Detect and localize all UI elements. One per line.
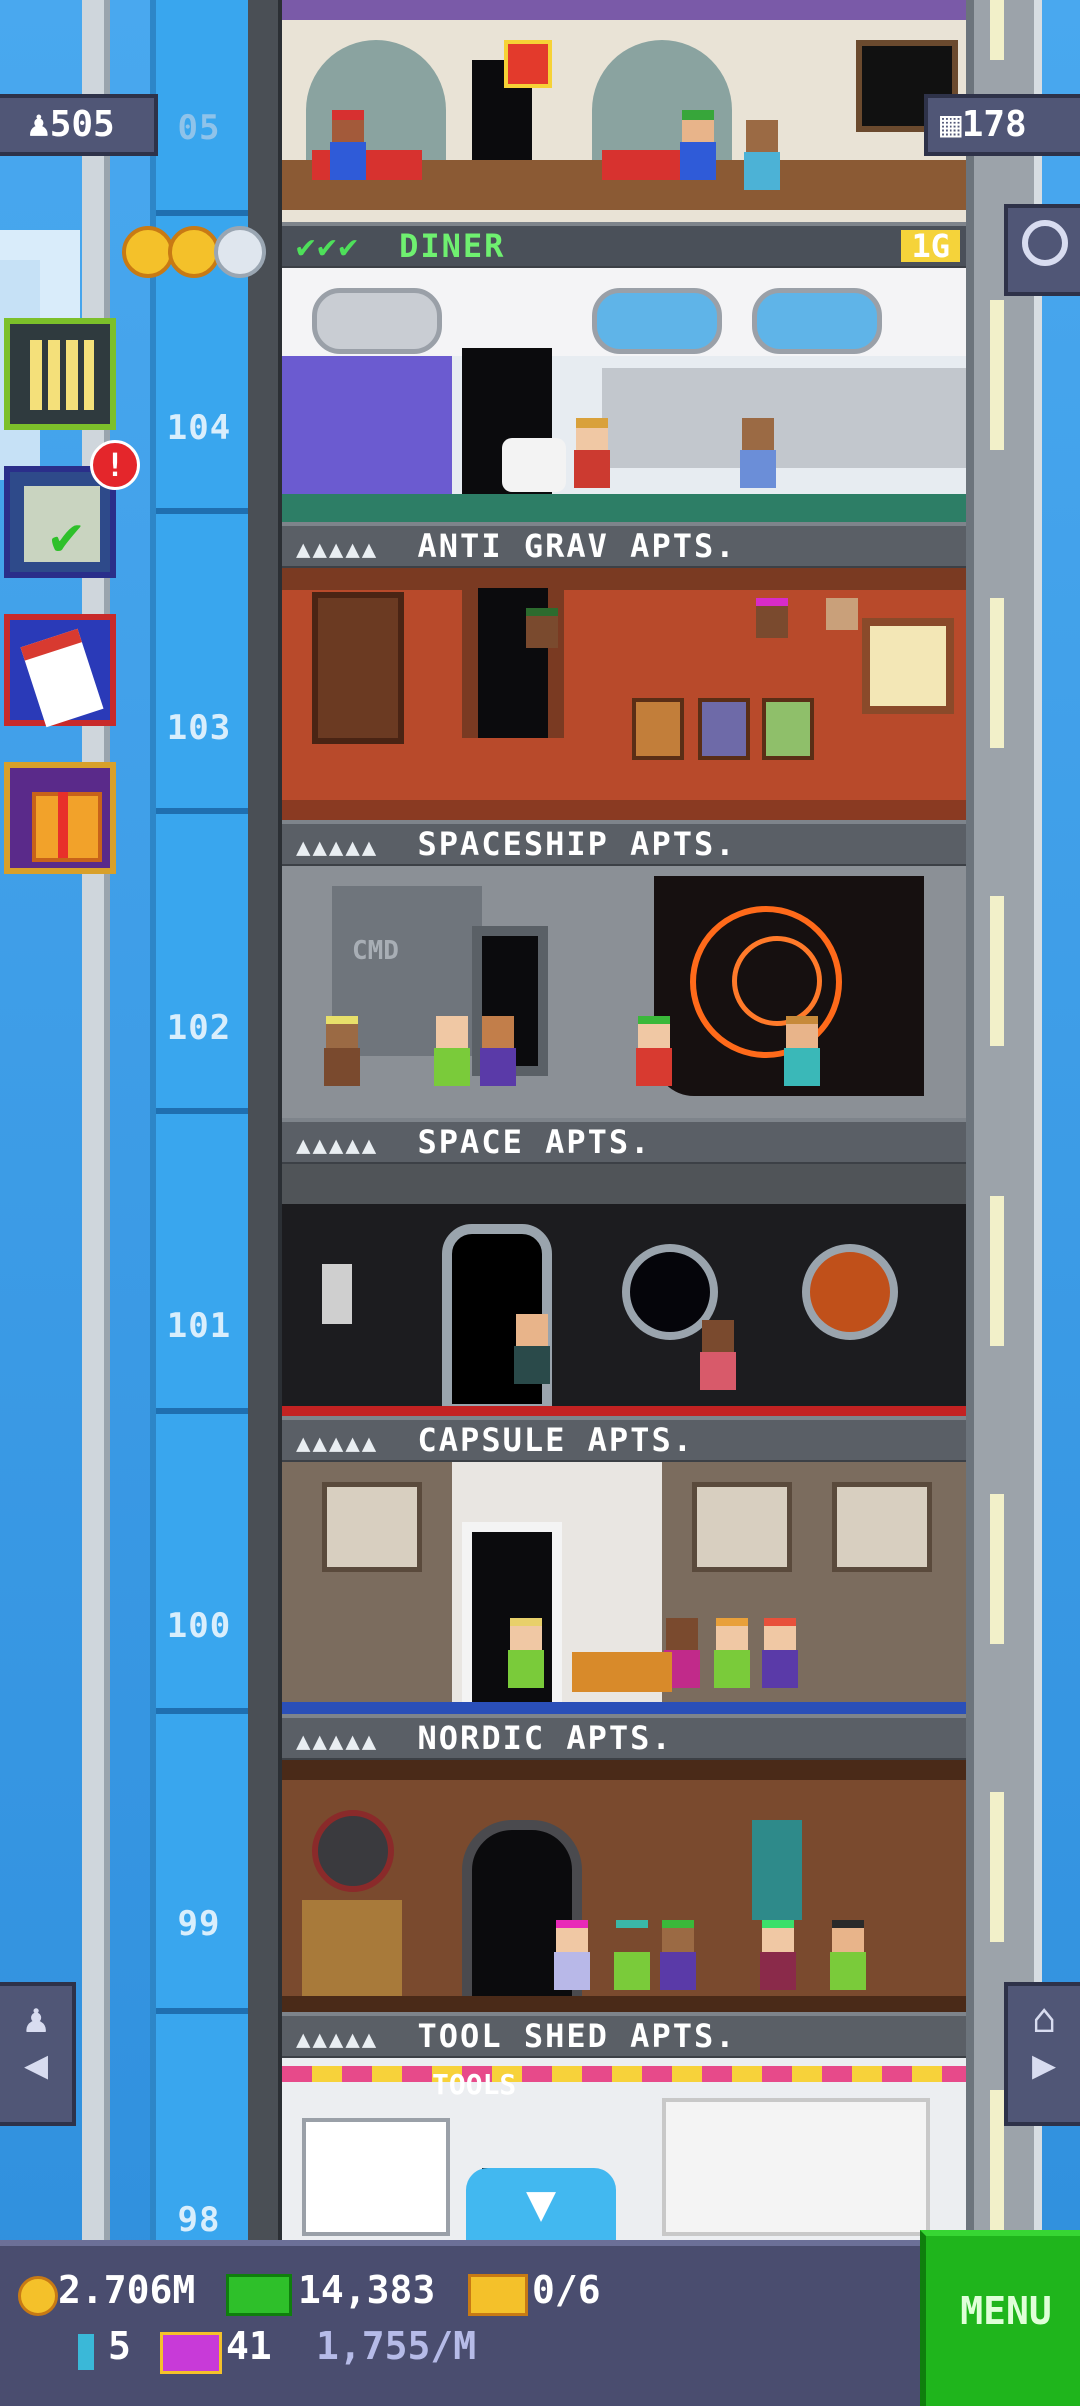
floor-name: NORDIC APTS.: [417, 1719, 673, 1757]
bitizen-count: 5: [108, 2324, 131, 2368]
diner-level-badge: 1G: [901, 230, 960, 262]
floor-label-tool-shed[interactable]: ▲▲▲▲▲ TOOL SHED APTS.: [282, 2012, 966, 2060]
building-button[interactable]: [4, 318, 116, 430]
vip-count: 41: [226, 2324, 272, 2368]
gold-star-icon: [168, 226, 220, 278]
arrow-left-icon: ◀: [23, 2042, 49, 2088]
bux-amount: 14,383: [298, 2268, 436, 2312]
coins-amount: 2.706M: [58, 2268, 196, 2312]
floor-name: SPACE APTS.: [417, 1123, 652, 1161]
floor-name: CAPSULE APTS.: [417, 1421, 694, 1459]
window-light: [990, 1196, 1004, 1346]
floor-partial-bottom[interactable]: TOOLS: [282, 2058, 966, 2240]
floor-anti-grav-apts[interactable]: [282, 268, 966, 524]
floor-name: SPACESHIP APTS.: [417, 825, 737, 863]
floor-diner[interactable]: [282, 0, 966, 222]
calendar-icon: [20, 628, 104, 728]
window-light: [990, 2090, 1004, 2230]
window-light: [990, 1494, 1004, 1644]
search-button[interactable]: [1004, 204, 1080, 296]
building-icon: [30, 340, 94, 410]
checkmark-icon: ✔: [50, 504, 83, 567]
tower-wall: [248, 0, 284, 2240]
menu-button[interactable]: MENU: [920, 2230, 1080, 2406]
scroll-down-button[interactable]: ▼: [466, 2168, 616, 2242]
floor-number: 99: [177, 1904, 221, 1944]
floor-number: 101: [166, 1306, 232, 1346]
floor-space-apts[interactable]: CMD: [282, 866, 966, 1122]
person-icon: ♟: [28, 104, 50, 145]
footer-bar: 2.706M 14,383 0/6 5 41 1,755/M: [0, 2240, 1080, 2406]
floor-name: DINER: [399, 227, 506, 265]
floor-label-space[interactable]: ▲▲▲▲▲ SPACE APTS.: [282, 1118, 966, 1166]
star-rating: ▲▲▲▲▲: [296, 1727, 379, 1755]
floor-number: 103: [166, 708, 232, 748]
star-rating: ▲▲▲▲▲: [296, 1131, 379, 1159]
calendar-button[interactable]: [4, 614, 116, 728]
floor-tool-shed-apts[interactable]: [282, 1760, 966, 2016]
right-elevator-column: [966, 0, 1042, 2240]
magnifier-icon: [1022, 220, 1068, 266]
gift-button[interactable]: [4, 762, 116, 874]
chevron-down-icon: ▼: [525, 2174, 557, 2232]
arrow-right-icon: ▶: [1031, 2042, 1057, 2088]
star-rating: ▲▲▲▲▲: [296, 1429, 379, 1457]
floor-number-faded: 05: [177, 108, 221, 148]
silver-star-icon: [214, 226, 266, 278]
window-light: [990, 0, 1004, 60]
window-light: [990, 300, 1004, 450]
floor-label-anti-grav[interactable]: ▲▲▲▲▲ ANTI GRAV APTS.: [282, 522, 966, 570]
check-marks: ✔✔✔: [296, 227, 360, 265]
star-rating: ▲▲▲▲▲: [296, 535, 379, 563]
floor-number: 104: [166, 408, 232, 448]
floor-number: 102: [166, 1008, 232, 1048]
floor-name: TOOL SHED APTS.: [417, 2017, 737, 2055]
bux-icon: [226, 2274, 292, 2316]
floor-label-spaceship[interactable]: ▲▲▲▲▲ SPACESHIP APTS.: [282, 820, 966, 868]
tickets-count: 0/6: [532, 2268, 601, 2312]
coin-icon: [18, 2276, 58, 2316]
floor-number: 100: [166, 1606, 232, 1646]
gold-star-icon: [122, 226, 174, 278]
floor-label-capsule[interactable]: ▲▲▲▲▲ CAPSULE APTS.: [282, 1416, 966, 1464]
floor-spaceship-apts[interactable]: [282, 568, 966, 824]
building-icon: ▦: [940, 104, 962, 145]
person-icon: ♟: [23, 1996, 49, 2042]
star-rating: ▲▲▲▲▲: [296, 833, 379, 861]
cmd-sign: CMD: [352, 936, 399, 966]
bitizen-icon: [78, 2334, 94, 2370]
floor-label-diner[interactable]: ✔✔✔ DINER 1G: [282, 222, 966, 270]
roof-nav-button[interactable]: ⌂ ▶: [1004, 1982, 1080, 2126]
notification-badge: !: [90, 440, 140, 490]
lobby-nav-button[interactable]: ♟ ◀: [0, 1982, 76, 2126]
floor-nordic-apts[interactable]: [282, 1462, 966, 1718]
population-counter[interactable]: ♟505: [0, 94, 158, 156]
window-light: [990, 1792, 1004, 1942]
house-icon: ⌂: [1031, 1996, 1057, 2042]
tools-sign: TOOLS: [432, 2068, 517, 2101]
floor-capsule-apts[interactable]: [282, 1164, 966, 1420]
vip-icon: [160, 2332, 222, 2374]
floor-number: 98: [177, 2200, 221, 2240]
floor-label-nordic[interactable]: ▲▲▲▲▲ NORDIC APTS.: [282, 1714, 966, 1762]
floor-name: ANTI GRAV APTS.: [417, 527, 737, 565]
window-light: [990, 598, 1004, 748]
ticket-icon: [468, 2274, 528, 2316]
income-rate: 1,755/M: [316, 2324, 477, 2368]
star-rating: ▲▲▲▲▲: [296, 2025, 379, 2053]
window-light: [990, 896, 1004, 1046]
floor-counter[interactable]: ▦178: [924, 94, 1080, 156]
